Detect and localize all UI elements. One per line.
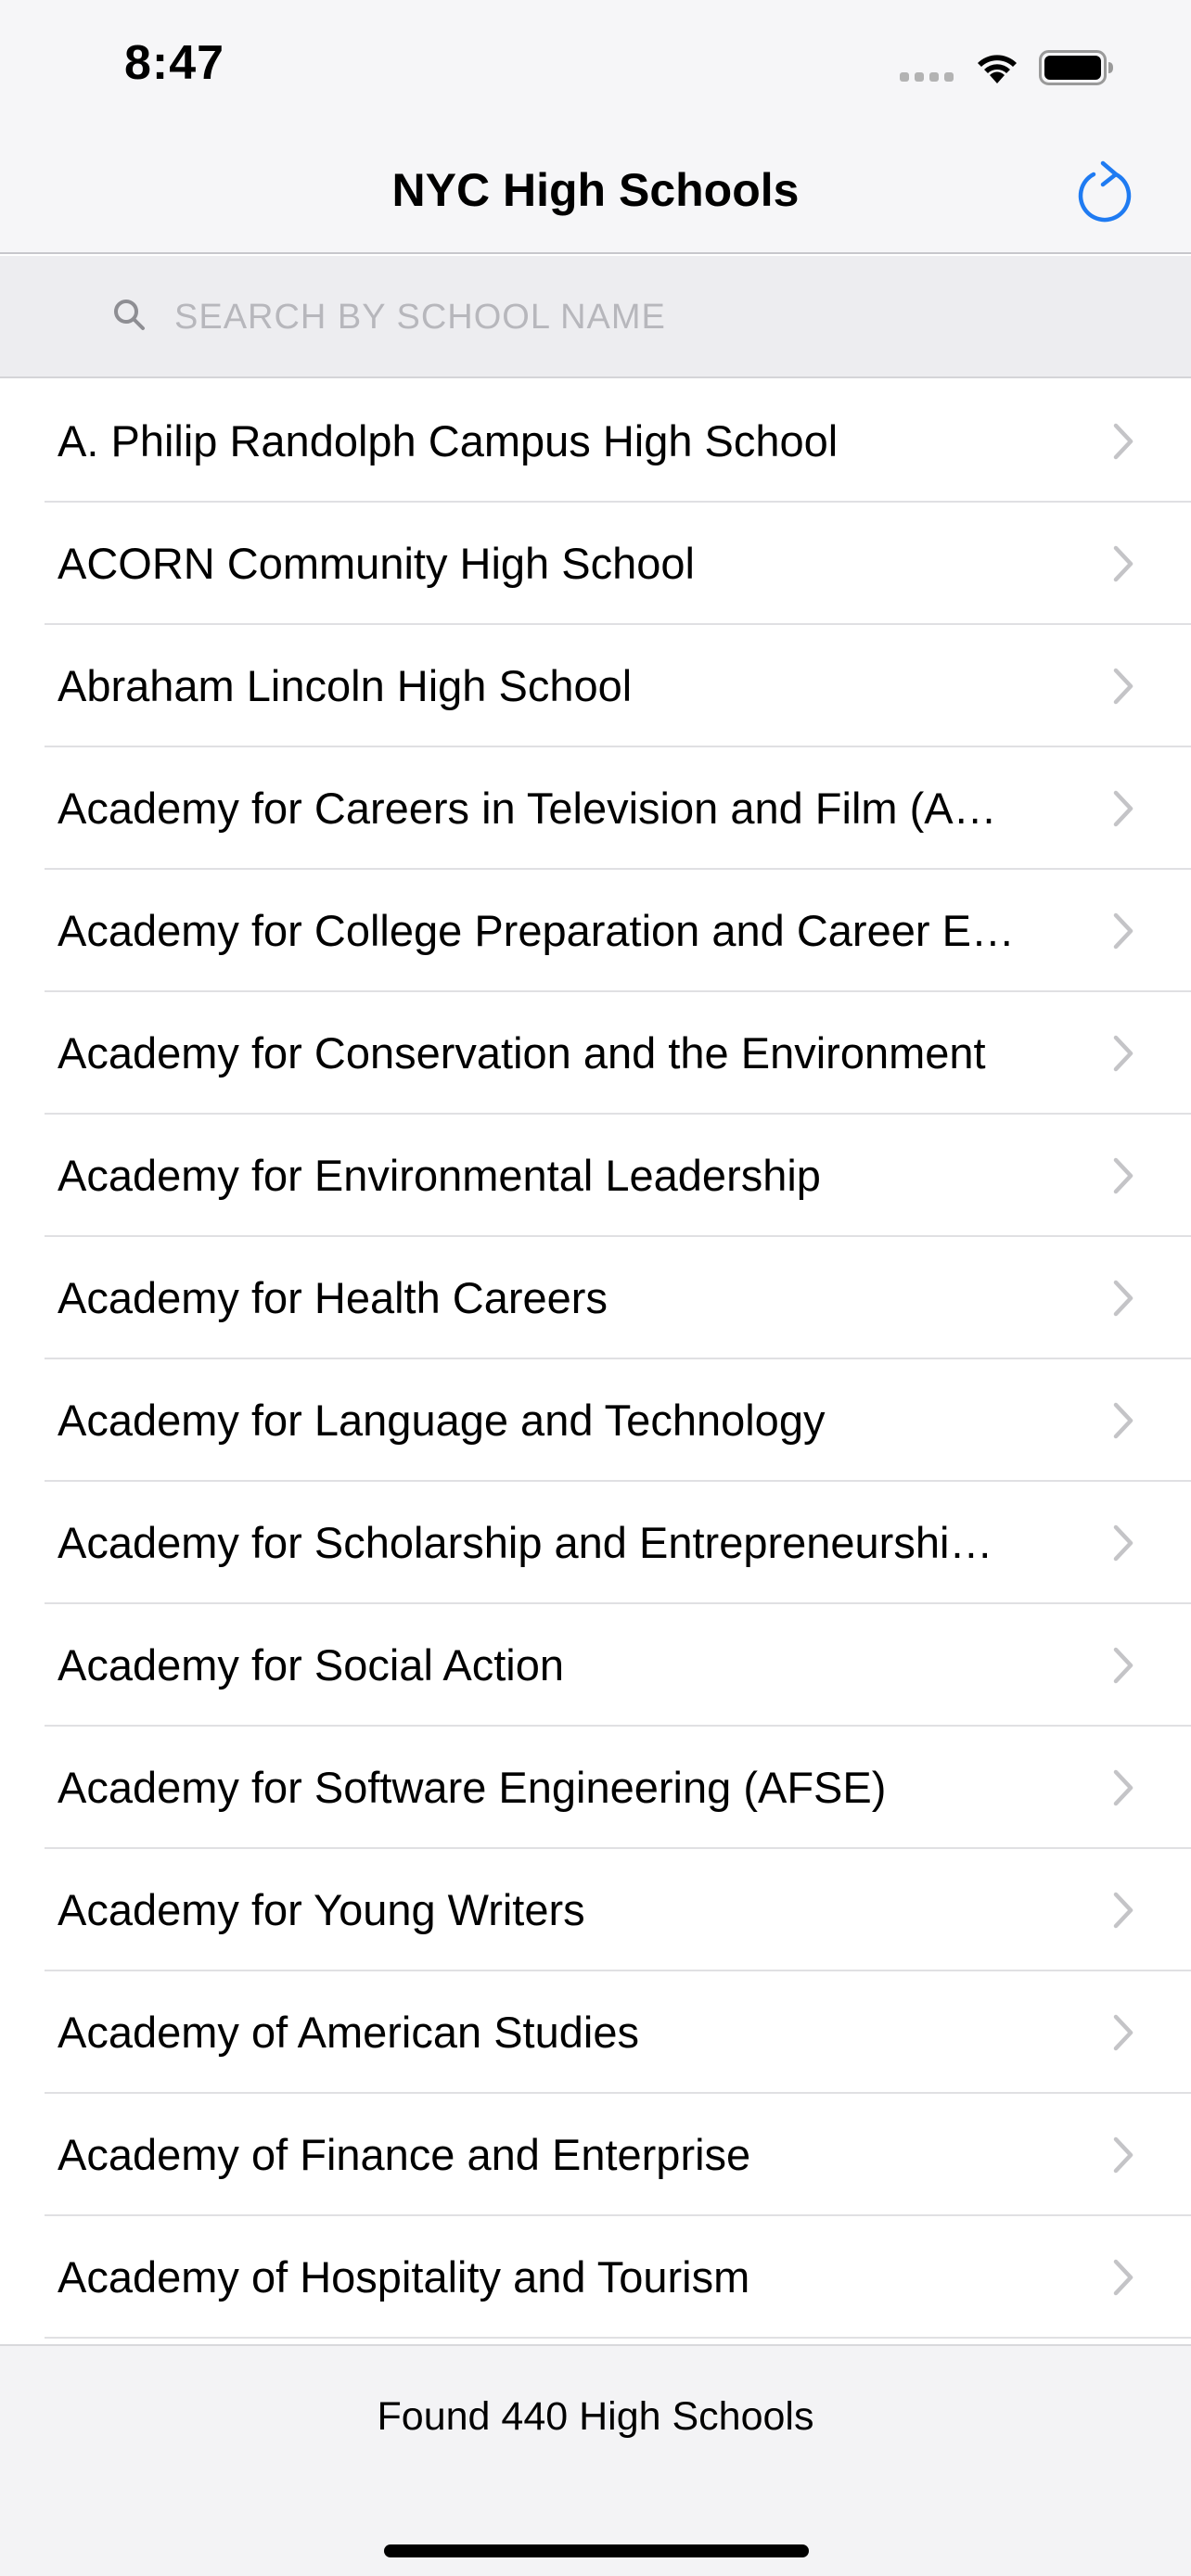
chevron-right-icon [1113, 423, 1133, 460]
list-item[interactable]: Academy of Finance and Enterprise [0, 2094, 1191, 2216]
school-name: Academy for Social Action [58, 1640, 564, 1690]
list-item[interactable]: Abraham Lincoln High School [0, 625, 1191, 747]
list-item[interactable]: Academy for Social Action [0, 1604, 1191, 1727]
school-name: Academy for Language and Technology [58, 1396, 826, 1445]
chevron-right-icon [1113, 790, 1133, 827]
navigation-bar: NYC High Schools [0, 135, 1191, 254]
school-name: Academy for Health Careers [58, 1273, 608, 1322]
search-icon [114, 300, 145, 330]
status-bar: 8:47 [0, 0, 1191, 135]
battery-icon [1039, 50, 1113, 85]
list-item[interactable]: ACORN Community High School [0, 503, 1191, 625]
school-name: Academy for Careers in Television and Fi… [58, 784, 997, 833]
chevron-right-icon [1113, 912, 1133, 950]
chevron-right-icon [1113, 2014, 1133, 2051]
list-item[interactable]: Academy for College Preparation and Care… [0, 870, 1191, 992]
school-name: Abraham Lincoln High School [58, 661, 633, 710]
refresh-button[interactable] [1070, 154, 1139, 230]
school-name: A. Philip Randolph Campus High School [58, 416, 839, 465]
list-item[interactable]: Academy of Hospitality and Tourism [0, 2216, 1191, 2339]
list-item[interactable]: A. Philip Randolph Campus High School [0, 380, 1191, 503]
chevron-right-icon [1113, 1035, 1133, 1072]
school-name: ACORN Community High School [58, 539, 695, 588]
chevron-right-icon [1113, 1647, 1133, 1684]
school-name: Academy of American Studies [58, 2008, 639, 2057]
list-item[interactable]: Academy for Language and Technology [0, 1359, 1191, 1482]
school-list: A. Philip Randolph Campus High School ACO… [0, 380, 1191, 2344]
chevron-right-icon [1113, 1157, 1133, 1194]
school-name: Academy for Software Engineering (AFSE) [58, 1763, 887, 1812]
list-item[interactable]: Academy for Health Careers [0, 1237, 1191, 1359]
home-indicator[interactable] [384, 2544, 809, 2557]
school-count-label: Found 440 High Schools [377, 2394, 814, 2439]
footer: Found 440 High Schools [0, 2344, 1191, 2576]
school-name: Academy for College Preparation and Care… [58, 906, 1015, 955]
school-name: Academy for Scholarship and Entrepreneur… [58, 1518, 993, 1567]
chevron-right-icon [1113, 1524, 1133, 1562]
school-name: Academy of Finance and Enterprise [58, 2130, 751, 2179]
list-item[interactable]: Academy for Scholarship and Entrepreneur… [0, 1482, 1191, 1604]
list-item[interactable]: Academy for Software Engineering (AFSE) [0, 1727, 1191, 1849]
chevron-right-icon [1113, 1402, 1133, 1439]
chevron-right-icon [1113, 1280, 1133, 1317]
list-item[interactable]: Academy of American Studies [0, 1971, 1191, 2094]
screen: 8:47 NYC High Schools A. P [0, 0, 1191, 2576]
page-title: NYC High Schools [391, 164, 800, 216]
list-item[interactable]: Academy for Young Writers [0, 1849, 1191, 1971]
cellular-signal-icon [900, 72, 955, 83]
school-name: Academy for Young Writers [58, 1885, 585, 1934]
list-item[interactable]: Academy for Conservation and the Environ… [0, 992, 1191, 1115]
list-item[interactable]: Academy for Careers in Television and Fi… [0, 747, 1191, 870]
chevron-right-icon [1113, 1892, 1133, 1929]
refresh-icon [1078, 160, 1132, 223]
chevron-right-icon [1113, 2259, 1133, 2296]
status-time: 8:47 [124, 36, 225, 90]
chevron-right-icon [1113, 1769, 1133, 1806]
list-item[interactable]: Academy for Environmental Leadership [0, 1115, 1191, 1237]
wifi-icon [978, 55, 1017, 83]
school-name: Academy for Conservation and the Environ… [58, 1028, 986, 1078]
school-name: Academy of Hospitality and Tourism [58, 2252, 750, 2302]
chevron-right-icon [1113, 668, 1133, 705]
search-input[interactable] [174, 287, 1139, 347]
chevron-right-icon [1113, 545, 1133, 582]
search-bar [0, 256, 1191, 378]
chevron-right-icon [1113, 2136, 1133, 2174]
school-name: Academy for Environmental Leadership [58, 1151, 821, 1200]
